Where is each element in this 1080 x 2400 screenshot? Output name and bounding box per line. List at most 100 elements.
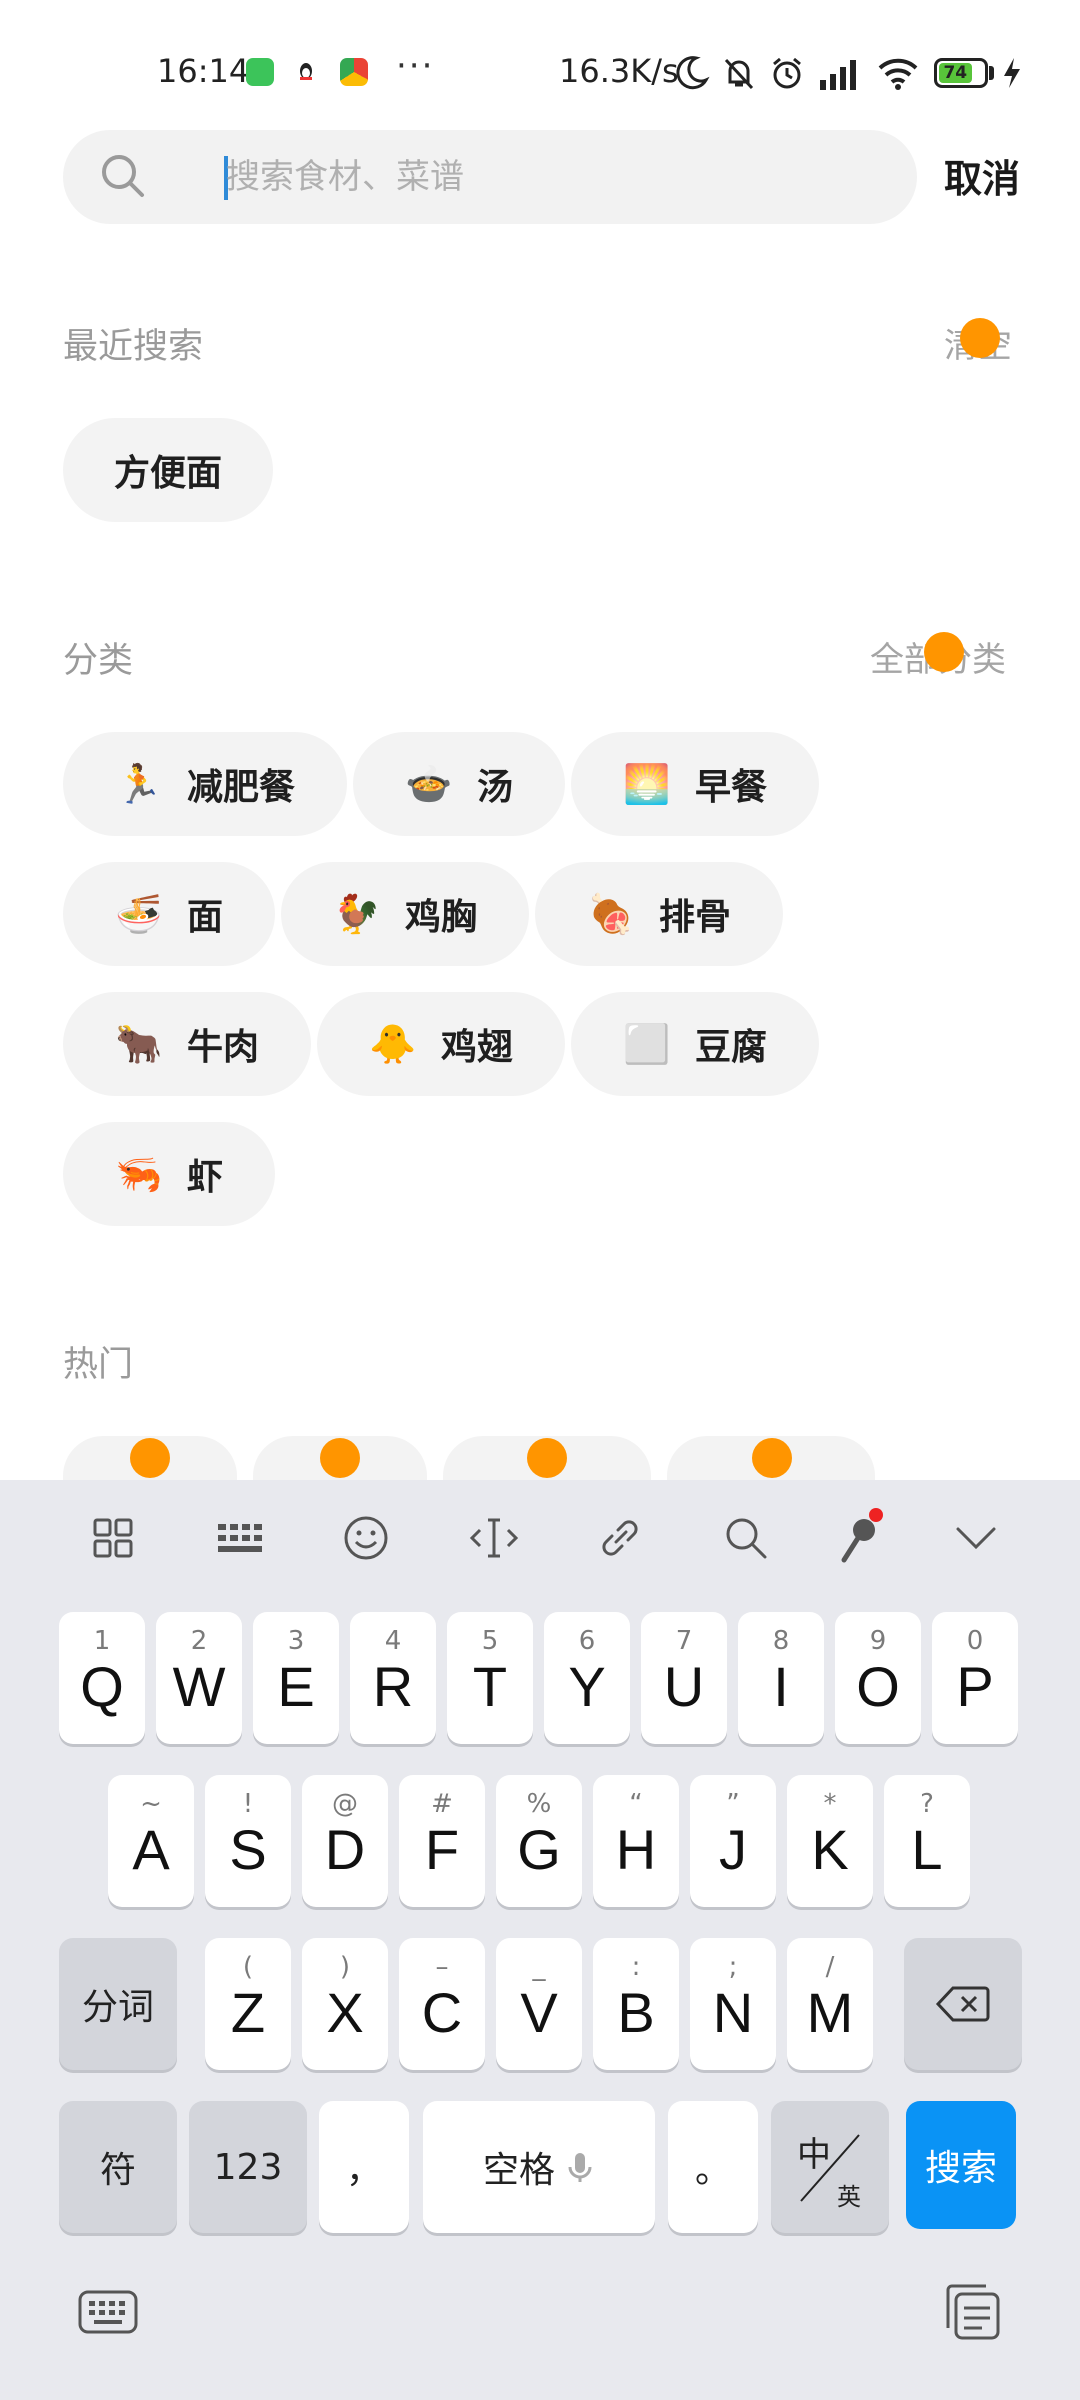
moon-icon: [676, 56, 710, 90]
category-chip-soup[interactable]: 🍲 汤: [353, 732, 566, 836]
backspace-icon: [904, 1938, 1022, 2070]
key-d[interactable]: @ D: [302, 1775, 388, 1907]
battery-cap: [989, 66, 994, 80]
search-bar[interactable]: [63, 130, 917, 224]
wechat-app-icon: [246, 58, 274, 86]
network-speed: 16.3K/s: [559, 52, 679, 90]
key-y[interactable]: 6Y: [544, 1612, 630, 1744]
key-r[interactable]: 4R: [350, 1612, 436, 1744]
category-label: 鸡翅: [441, 1027, 514, 1068]
cancel-button[interactable]: 取消: [944, 148, 1020, 203]
category-chip-tofu[interactable]: ⬜ 豆腐: [571, 992, 820, 1096]
battery-icon: 74: [934, 58, 988, 88]
battery-level: 74: [939, 63, 972, 83]
key-w[interactable]: 2W: [156, 1612, 242, 1744]
category-chip-beef[interactable]: 🐂 牛肉: [63, 992, 312, 1096]
wifi-icon: [878, 58, 918, 90]
status-time: 16:14: [157, 52, 250, 90]
period-key[interactable]: 。: [668, 2101, 758, 2233]
key-o[interactable]: 9O: [835, 1612, 921, 1744]
slash-divider: [800, 2134, 860, 2202]
key-a[interactable]: ~ A: [108, 1775, 194, 1907]
category-chip-shrimp[interactable]: 🦐 虾: [63, 1122, 276, 1226]
category-label: 面: [187, 897, 224, 938]
comma-key[interactable]: ，: [319, 2101, 409, 2233]
key-i[interactable]: 8I: [738, 1612, 824, 1744]
category-chip-noodles[interactable]: 🍜 面: [63, 862, 276, 966]
symbol-key[interactable]: 符: [59, 2101, 177, 2233]
key-s[interactable]: ! S: [205, 1775, 291, 1907]
category-chip-breakfast[interactable]: 🌅 早餐: [571, 732, 820, 836]
language-switch-key[interactable]: 中 英: [771, 2101, 889, 2233]
category-label: 鸡胸: [405, 897, 478, 938]
emoji-icon[interactable]: [338, 1510, 394, 1566]
clipboard-link-icon[interactable]: [592, 1510, 648, 1566]
category-label: 早餐: [695, 767, 768, 808]
category-label: 排骨: [659, 897, 732, 938]
notification-dot: [869, 1508, 883, 1522]
key-l[interactable]: ? L: [884, 1775, 970, 1907]
collapse-keyboard-icon[interactable]: [948, 1510, 1004, 1566]
runner-icon: 🏃: [115, 761, 163, 806]
category-chip-ribs[interactable]: 🍖 排骨: [535, 862, 784, 966]
key-x[interactable]: ) X: [302, 1938, 388, 2070]
key-h[interactable]: “H: [593, 1775, 679, 1907]
touch-indicator: [320, 1438, 360, 1478]
sunrise-icon: 🌅: [623, 761, 671, 806]
backspace-key[interactable]: [904, 1938, 1022, 2070]
chick-icon: 🐥: [369, 1021, 417, 1066]
category-label: 虾: [187, 1157, 224, 1198]
category-chip-diet[interactable]: 🏃 减肥餐: [63, 732, 348, 836]
space-key[interactable]: 空格: [423, 2101, 655, 2233]
touch-indicator: [527, 1438, 567, 1478]
signal-icon: [820, 60, 856, 90]
noodle-bowl-icon: 🍜: [115, 891, 163, 936]
tofu-icon: ⬜: [623, 1021, 671, 1066]
key-f[interactable]: # F: [399, 1775, 485, 1907]
key-n[interactable]: ; N: [690, 1938, 776, 2070]
search-icon: [102, 155, 144, 197]
keyboard-switch-icon[interactable]: [76, 2280, 140, 2344]
search-key[interactable]: 搜索: [906, 2101, 1016, 2229]
key-j[interactable]: ” J: [690, 1775, 776, 1907]
touch-indicator: [752, 1438, 792, 1478]
touch-indicator: [960, 318, 1000, 358]
key-v[interactable]: _ V: [496, 1938, 582, 2070]
qq-app-icon: [292, 58, 320, 86]
key-k[interactable]: * K: [787, 1775, 873, 1907]
alarm-icon: [773, 57, 801, 89]
key-e[interactable]: 3E: [253, 1612, 339, 1744]
key-b[interactable]: :B: [593, 1938, 679, 2070]
apps-grid-icon[interactable]: [85, 1510, 141, 1566]
category-label: 豆腐: [695, 1027, 768, 1068]
key-q[interactable]: 1Q: [59, 1612, 145, 1744]
soup-pot-icon: 🍲: [405, 761, 453, 806]
clipboard-icon[interactable]: [940, 2280, 1004, 2344]
key-z[interactable]: (Z: [205, 1938, 291, 2070]
category-title: 分类: [63, 641, 134, 681]
key-p[interactable]: 0P: [932, 1612, 1018, 1744]
key-g[interactable]: % G: [496, 1775, 582, 1907]
key-t[interactable]: 5T: [447, 1612, 533, 1744]
key-u[interactable]: 7U: [641, 1612, 727, 1744]
search-input[interactable]: [226, 130, 866, 224]
word-segment-key[interactable]: 分词: [59, 1938, 177, 2070]
category-label: 汤: [477, 767, 514, 808]
key-m[interactable]: / M: [787, 1938, 873, 2070]
space-label: 空格: [482, 2150, 555, 2191]
search-icon[interactable]: [718, 1510, 774, 1566]
number-key[interactable]: 123: [189, 2101, 307, 2233]
recent-search-chip[interactable]: 方便面: [63, 418, 273, 522]
touch-indicator: [924, 632, 964, 672]
key-c[interactable]: – C: [399, 1938, 485, 2070]
keyboard-layout-icon[interactable]: [212, 1510, 268, 1566]
category-chip-chicken-wings[interactable]: 🐥 鸡翅: [317, 992, 566, 1096]
recent-search-label: 方便面: [113, 453, 222, 494]
cursor-move-icon[interactable]: [466, 1510, 522, 1566]
more-notifications-icon: ···: [396, 46, 435, 86]
bell-muted-icon: [724, 58, 754, 90]
meat-bone-icon: 🍖: [587, 891, 635, 936]
category-chip-chicken-breast[interactable]: 🐓 鸡胸: [281, 862, 530, 966]
shrimp-icon: 🦐: [115, 1151, 163, 1196]
rooster-icon: 🐓: [333, 891, 381, 936]
